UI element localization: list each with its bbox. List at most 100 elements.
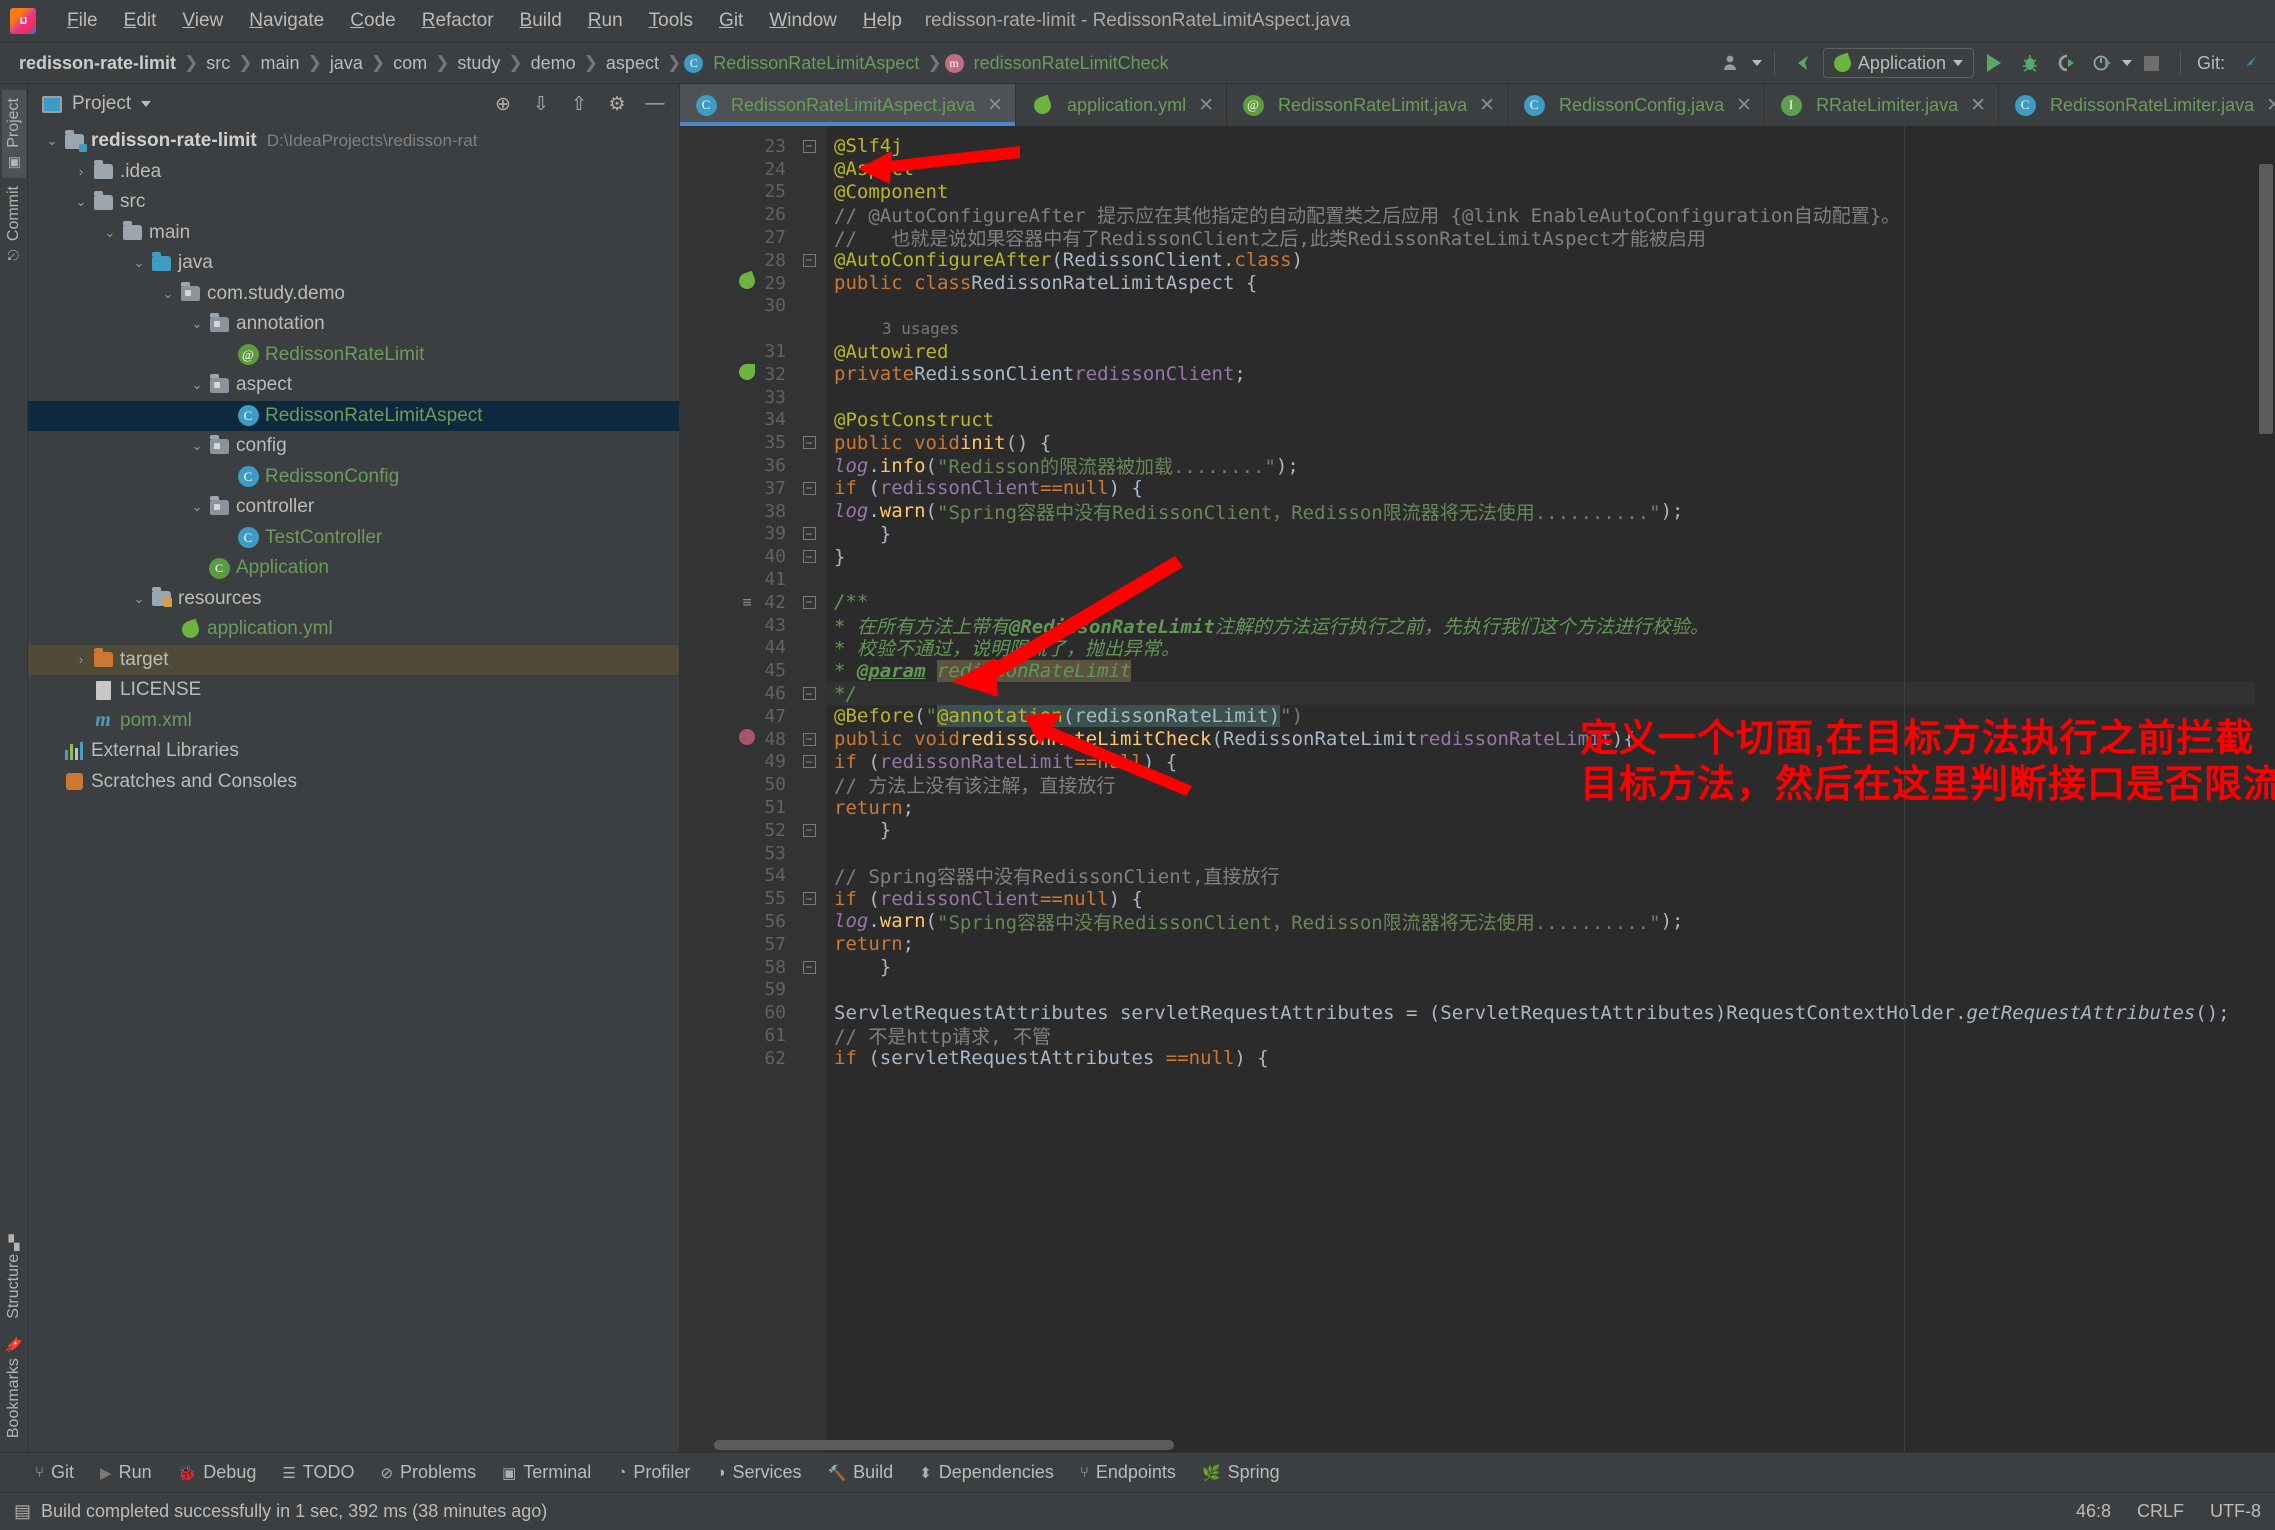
tree-node-config[interactable]: ⌄ config: [28, 431, 679, 462]
tree-node-redissonratelimit[interactable]: @ RedissonRateLimit: [28, 340, 679, 371]
tool-window-problems[interactable]: ⊘ Problems: [367, 1458, 489, 1487]
tree-node-redissonconfig[interactable]: C RedissonConfig: [28, 462, 679, 493]
gear-icon[interactable]: ⚙: [603, 93, 631, 116]
profiler-dropdown-caret-icon[interactable]: [2121, 60, 2132, 66]
aop-icon[interactable]: [736, 729, 758, 749]
tool-window-run[interactable]: ▶ Run: [87, 1458, 165, 1487]
breadcrumb-item-redissonratelimitcheck[interactable]: m redissonRateLimitCheck: [944, 51, 1174, 76]
update-project-icon[interactable]: [2235, 48, 2267, 78]
project-tree[interactable]: ⌄ redisson-rate-limit D:\IdeaProjects\redi…: [28, 124, 679, 1452]
editor-tab-redissonconfig-java[interactable]: C RedissonConfig.java ✕: [1508, 84, 1766, 126]
close-icon[interactable]: ✕: [2266, 94, 2275, 117]
tree-node-redisson-rate-limit[interactable]: ⌄ redisson-rate-limit D:\IdeaProjects\redi…: [28, 126, 679, 157]
menu-item-navigate[interactable]: Navigate: [236, 7, 337, 35]
horizontal-scrollbar[interactable]: [714, 1440, 1174, 1450]
tool-tab-structure[interactable]: Structure ▚: [2, 1229, 26, 1327]
menu-item-edit[interactable]: Edit: [111, 7, 170, 35]
editor-gutter[interactable]: 23 24 25 26 27 28 29 30 31 32 33 34 35 36 37 38 39 40 41 42…: [680, 126, 792, 1452]
tool-window-services[interactable]: ◑ Services: [703, 1458, 814, 1487]
tree-node-com-study-demo[interactable]: ⌄ com.study.demo: [28, 279, 679, 310]
tree-node-resources[interactable]: ⌄ resources: [28, 584, 679, 615]
editor-tab-redissonratelimiter-java[interactable]: C RedissonRateLimiter.java ✕: [1999, 84, 2275, 126]
locate-icon[interactable]: ⊕: [489, 93, 517, 116]
tool-window-terminal[interactable]: ▣ Terminal: [489, 1458, 604, 1487]
tool-window-debug[interactable]: 🐞 Debug: [165, 1458, 270, 1487]
close-icon[interactable]: ✕: [1198, 94, 1214, 117]
menu-item-build[interactable]: Build: [507, 7, 575, 35]
profiler-button[interactable]: [2086, 48, 2118, 78]
tree-node-target[interactable]: › target: [28, 644, 679, 675]
tool-window-spring[interactable]: 🌿 Spring: [1189, 1458, 1293, 1487]
chevron-down-icon[interactable]: ⌄: [158, 286, 178, 302]
menu-item-view[interactable]: View: [169, 7, 236, 35]
fold-marker[interactable]: −: [792, 135, 826, 158]
fold-marker[interactable]: −: [792, 728, 826, 751]
line-separator[interactable]: CRLF: [2137, 1501, 2184, 1522]
menu-item-help[interactable]: Help: [850, 7, 915, 35]
tree-node-application-yml[interactable]: application.yml: [28, 614, 679, 645]
chevron-down-icon[interactable]: ⌄: [187, 377, 207, 393]
menu-item-file[interactable]: File: [54, 7, 111, 35]
tree-node-license[interactable]: LICENSE: [28, 675, 679, 706]
editor-tab-application-yml[interactable]: application.yml ✕: [1016, 84, 1228, 126]
scrollbar-thumb[interactable]: [2259, 164, 2273, 434]
menu-item-window[interactable]: Window: [756, 7, 850, 35]
tool-window-endpoints[interactable]: ⑂ Endpoints: [1067, 1458, 1189, 1487]
tree-node-redissonratelimitaspect[interactable]: C RedissonRateLimitAspect: [28, 400, 679, 431]
chevron-right-icon[interactable]: ›: [71, 164, 91, 179]
chevron-right-icon[interactable]: ›: [71, 652, 91, 667]
fold-marker[interactable]: −: [792, 477, 826, 500]
menu-item-run[interactable]: Run: [575, 7, 636, 35]
file-encoding[interactable]: UTF-8: [2210, 1501, 2261, 1522]
chevron-down-icon[interactable]: ⌄: [129, 255, 149, 271]
breadcrumb-item-aspect[interactable]: aspect: [601, 51, 664, 76]
bottom-tool-window-bar[interactable]: ⑂ Git ▶ Run 🐞 Debug ☰ TODO ⊘ Problems ▣ Terminal ◔ Pr…: [0, 1452, 2275, 1492]
spring-bean-icon[interactable]: [736, 270, 758, 293]
tree-node-controller[interactable]: ⌄ controller: [28, 492, 679, 523]
doc-icon[interactable]: ≡: [736, 593, 758, 611]
tree-node-aspect[interactable]: ⌄ aspect: [28, 370, 679, 401]
tool-window-dependencies[interactable]: ⬍ Dependencies: [906, 1458, 1067, 1487]
fold-column[interactable]: − − − − − − − − − − − − −: [792, 126, 826, 1452]
breadcrumb-item-src[interactable]: src: [201, 51, 235, 76]
tree-node-pom-xml[interactable]: m pom.xml: [28, 706, 679, 737]
breadcrumb-item-main[interactable]: main: [256, 51, 305, 76]
bean-arrow-icon[interactable]: [736, 364, 758, 384]
chevron-down-icon[interactable]: ⌄: [129, 591, 149, 607]
breadcrumb-item-java[interactable]: java: [325, 51, 368, 76]
fold-marker[interactable]: −: [792, 591, 826, 614]
chevron-down-icon[interactable]: ⌄: [187, 499, 207, 515]
editor-tab-rratelimiter-java[interactable]: I RRateLimiter.java ✕: [1765, 84, 2000, 126]
code-content[interactable]: @Slf4j @Aspect @Component// @AutoConfigure…: [826, 126, 2255, 1452]
tree-node-external-libraries[interactable]: External Libraries: [28, 736, 679, 767]
menu-item-refactor[interactable]: Refactor: [409, 7, 507, 35]
user-dropdown-caret-icon[interactable]: [1751, 60, 1762, 66]
menu-item-code[interactable]: Code: [337, 7, 408, 35]
chevron-down-icon[interactable]: ⌄: [100, 225, 120, 241]
menu-item-git[interactable]: Git: [706, 7, 756, 35]
fold-marker[interactable]: −: [792, 887, 826, 910]
tree-node-src[interactable]: ⌄ src: [28, 187, 679, 218]
caret-position[interactable]: 46:8: [2076, 1501, 2111, 1522]
breadcrumb-item-redissonratelimitaspect[interactable]: C RedissonRateLimitAspect: [684, 51, 924, 76]
fold-marker[interactable]: −: [792, 682, 826, 705]
tool-window-git[interactable]: ⑂ Git: [22, 1458, 87, 1487]
chevron-down-icon[interactable]: ⌄: [187, 316, 207, 332]
breadcrumb[interactable]: redisson-rate-limit ❯ src ❯ main ❯ java ❯ com ❯ st…: [14, 51, 1716, 76]
debug-button[interactable]: [2014, 48, 2046, 78]
fold-marker[interactable]: −: [792, 523, 826, 546]
tool-tab-bookmarks[interactable]: Bookmarks 🔖: [2, 1327, 26, 1446]
stop-button[interactable]: [2136, 48, 2168, 78]
user-icon[interactable]: [1716, 48, 1748, 78]
fold-marker[interactable]: −: [792, 431, 826, 454]
chevron-down-icon[interactable]: ⌄: [42, 133, 62, 149]
chevron-down-icon[interactable]: ⌄: [187, 438, 207, 454]
run-configuration-selector[interactable]: Application: [1822, 48, 1974, 78]
tree-node-testcontroller[interactable]: C TestController: [28, 523, 679, 554]
tool-window-todo[interactable]: ☰ TODO: [269, 1458, 367, 1487]
breadcrumb-item-demo[interactable]: demo: [526, 51, 581, 76]
run-with-coverage-button[interactable]: [2050, 48, 2082, 78]
tree-node-annotation[interactable]: ⌄ annotation: [28, 309, 679, 340]
chevron-down-icon[interactable]: ⌄: [71, 194, 91, 210]
breadcrumb-item-study[interactable]: study: [452, 51, 505, 76]
